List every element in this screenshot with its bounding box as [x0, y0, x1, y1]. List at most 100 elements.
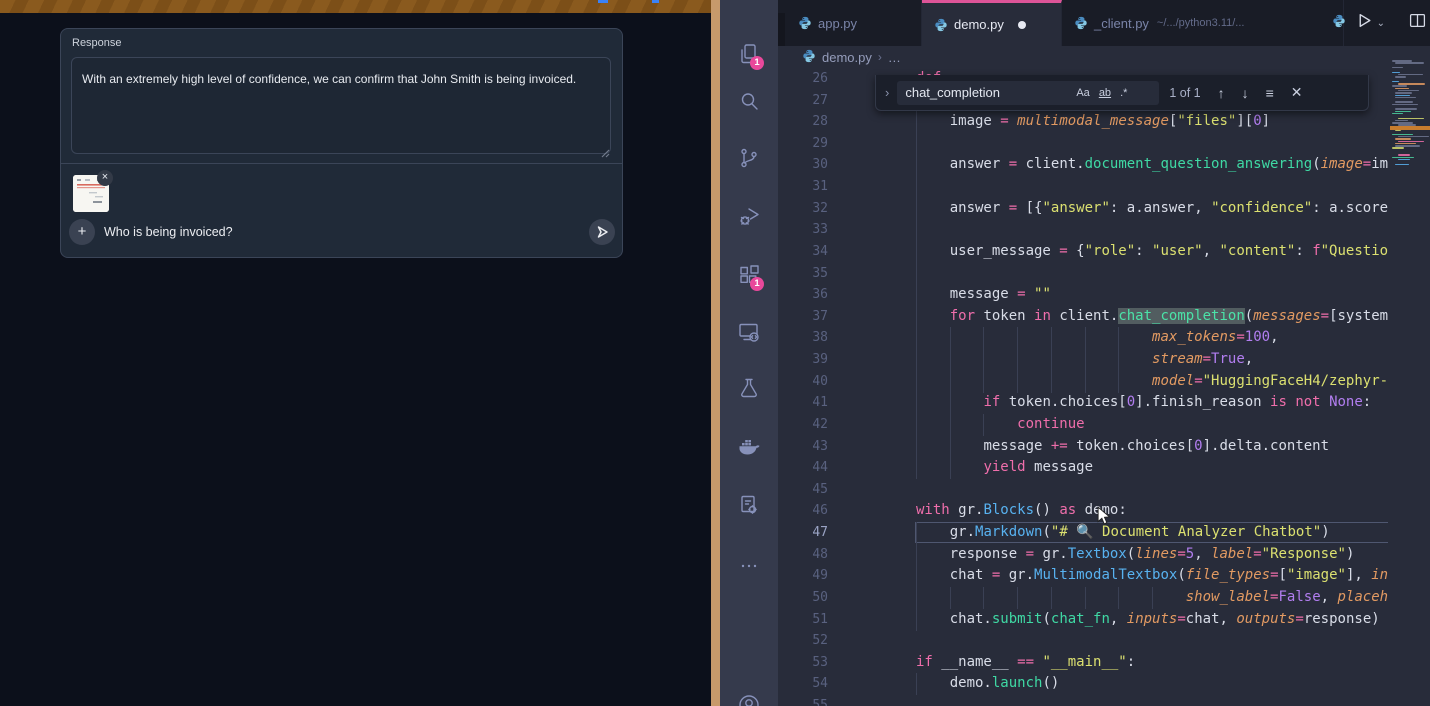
indent-guide: [950, 392, 951, 414]
tab-demo.py[interactable]: demo.py: [922, 0, 1062, 46]
find-close-button[interactable]: ✕: [1291, 84, 1303, 101]
code-line[interactable]: 49chat = gr.MultimodalTextbox(file_types…: [778, 565, 1388, 587]
code-line[interactable]: 35: [778, 263, 1388, 285]
code-line[interactable]: 43message += token.choices[0].delta.cont…: [778, 436, 1388, 458]
code-line[interactable]: 53 if __name__ == "__main__":: [778, 652, 1388, 674]
activity-item-tools[interactable]: [720, 483, 778, 531]
activity-item-extensions[interactable]: 1: [720, 253, 778, 301]
code-line[interactable]: 42continue: [778, 414, 1388, 436]
indent-guide: [1017, 587, 1018, 609]
indent-guide: [916, 544, 917, 566]
breadcrumb-more[interactable]: …: [888, 50, 901, 65]
code-line[interactable]: 51chat.submit(chat_fn, inputs=chat, outp…: [778, 609, 1388, 631]
code-line[interactable]: 44yield message: [778, 457, 1388, 479]
activity-item-source-control[interactable]: [720, 136, 778, 184]
indent-guide: [1051, 327, 1052, 349]
activity-item-account[interactable]: [720, 683, 778, 706]
indent-guide: [916, 198, 917, 220]
code-text: max_tokens=100,: [1152, 327, 1278, 349]
find-expand-chevron-icon[interactable]: ›: [885, 85, 889, 100]
response-label: Response: [72, 37, 122, 49]
find-in-selection-button[interactable]: ≡: [1266, 85, 1274, 101]
code-line[interactable]: 48response = gr.Textbox(lines=5, label="…: [778, 544, 1388, 566]
add-attachment-button[interactable]: +: [69, 219, 95, 245]
indent-guide: [983, 587, 984, 609]
code-line[interactable]: 46with gr.Blocks() as demo:: [778, 500, 1388, 522]
tab-description: ~/.../python3.11/...: [1157, 17, 1245, 29]
indent-guide: [950, 436, 951, 458]
code-line[interactable]: 55: [778, 695, 1388, 706]
code-line[interactable]: 31: [778, 176, 1388, 198]
code-line[interactable]: 38max_tokens=100,: [778, 327, 1388, 349]
code-line[interactable]: 32answer = [{"answer": a.answer, "confid…: [778, 198, 1388, 220]
send-button[interactable]: [589, 219, 615, 245]
find-previous-button[interactable]: ↑: [1218, 85, 1225, 101]
code-line[interactable]: 52: [778, 630, 1388, 652]
indent-guide: [916, 436, 917, 458]
whole-word-toggle[interactable]: ab: [1099, 87, 1111, 99]
find-input[interactable]: [897, 84, 1067, 101]
response-textbox[interactable]: With an extremely high level of confiden…: [71, 57, 611, 154]
code-line[interactable]: 47gr.Markdown("# 🔍 Document Analyzer Cha…: [778, 522, 1388, 544]
breadcrumb[interactable]: demo.py › …: [778, 46, 901, 68]
match-case-toggle[interactable]: Aa: [1076, 87, 1089, 99]
code-text: answer = [{"answer": a.answer, "confiden…: [950, 198, 1388, 220]
code-line[interactable]: 34user_message = {"role": "user", "conte…: [778, 241, 1388, 263]
minimap-line: [1392, 81, 1399, 83]
line-number: 53: [786, 652, 828, 674]
line-number: 41: [786, 392, 828, 414]
indent-guide: [1051, 371, 1052, 393]
tab-app.py[interactable]: app.py: [786, 0, 922, 46]
activity-item-testing[interactable]: [720, 366, 778, 414]
code-line[interactable]: 50show_label=False, placeholder=: [778, 587, 1388, 609]
minimap-line: [1392, 67, 1403, 69]
find-results-count: 1 of 1: [1169, 86, 1200, 100]
code-line[interactable]: 36message = "": [778, 284, 1388, 306]
run-dropdown-chevron-icon[interactable]: ⌄: [1377, 18, 1385, 29]
minimap-line: [1392, 72, 1400, 74]
code-text: answer = client.document_question_answer…: [950, 154, 1388, 176]
code-line[interactable]: 41if token.choices[0].finish_reason is n…: [778, 392, 1388, 414]
code-line[interactable]: 45: [778, 479, 1388, 501]
chat-message-text[interactable]: Who is being invoiced?: [104, 225, 233, 239]
code-line[interactable]: 30answer = client.document_question_answ…: [778, 154, 1388, 176]
code-line[interactable]: 29: [778, 133, 1388, 155]
window-divider[interactable]: [711, 0, 720, 706]
indent-guide: [916, 154, 917, 176]
regex-toggle[interactable]: .*: [1120, 87, 1127, 99]
split-editor-button[interactable]: [1409, 12, 1426, 34]
indent-guide: [983, 371, 984, 393]
code-line[interactable]: 40model="HuggingFaceH4/zephyr-7b-beta: [778, 371, 1388, 393]
indent-guide: [1017, 327, 1018, 349]
activity-item-more[interactable]: [720, 544, 778, 592]
send-icon: [589, 219, 615, 245]
activity-item-docker[interactable]: [720, 425, 778, 473]
breadcrumb-file[interactable]: demo.py: [822, 50, 872, 65]
code-text: if __name__ == "__main__":: [916, 652, 1135, 674]
activity-item-explorer[interactable]: 1: [720, 32, 778, 80]
indent-guide: [916, 392, 917, 414]
code-line[interactable]: 33: [778, 219, 1388, 241]
code-text: response = gr.Textbox(lines=5, label="Re…: [950, 544, 1355, 566]
minimap-line: [1398, 118, 1424, 120]
activity-item-search[interactable]: [720, 79, 778, 127]
code-line[interactable]: 37for token in client.chat_completion(me…: [778, 306, 1388, 328]
code-line[interactable]: 54demo.launch(): [778, 673, 1388, 695]
minimap[interactable]: [1390, 46, 1430, 706]
run-python-file-button[interactable]: [1356, 12, 1373, 34]
indent-guide: [1017, 349, 1018, 371]
find-next-button[interactable]: ↓: [1242, 85, 1249, 101]
code-line[interactable]: 28image = multimodal_message["files"][0]: [778, 111, 1388, 133]
code-line[interactable]: 39stream=True,: [778, 349, 1388, 371]
modified-dot-icon[interactable]: [1018, 21, 1026, 29]
browser-titlebar: [0, 0, 711, 13]
indent-guide: [983, 327, 984, 349]
resize-grip-icon[interactable]: [600, 145, 610, 155]
tab-_client.py[interactable]: _client.py~/.../python3.11/...: [1062, 0, 1344, 46]
remove-attachment-button[interactable]: ×: [97, 170, 113, 186]
badge: 1: [750, 277, 764, 291]
activity-item-run-debug[interactable]: [720, 195, 778, 243]
gradio-app-window: Response With an extremely high level of…: [0, 0, 711, 706]
activity-item-remote-explorer[interactable]: [720, 310, 778, 358]
line-number: 47: [786, 522, 828, 544]
